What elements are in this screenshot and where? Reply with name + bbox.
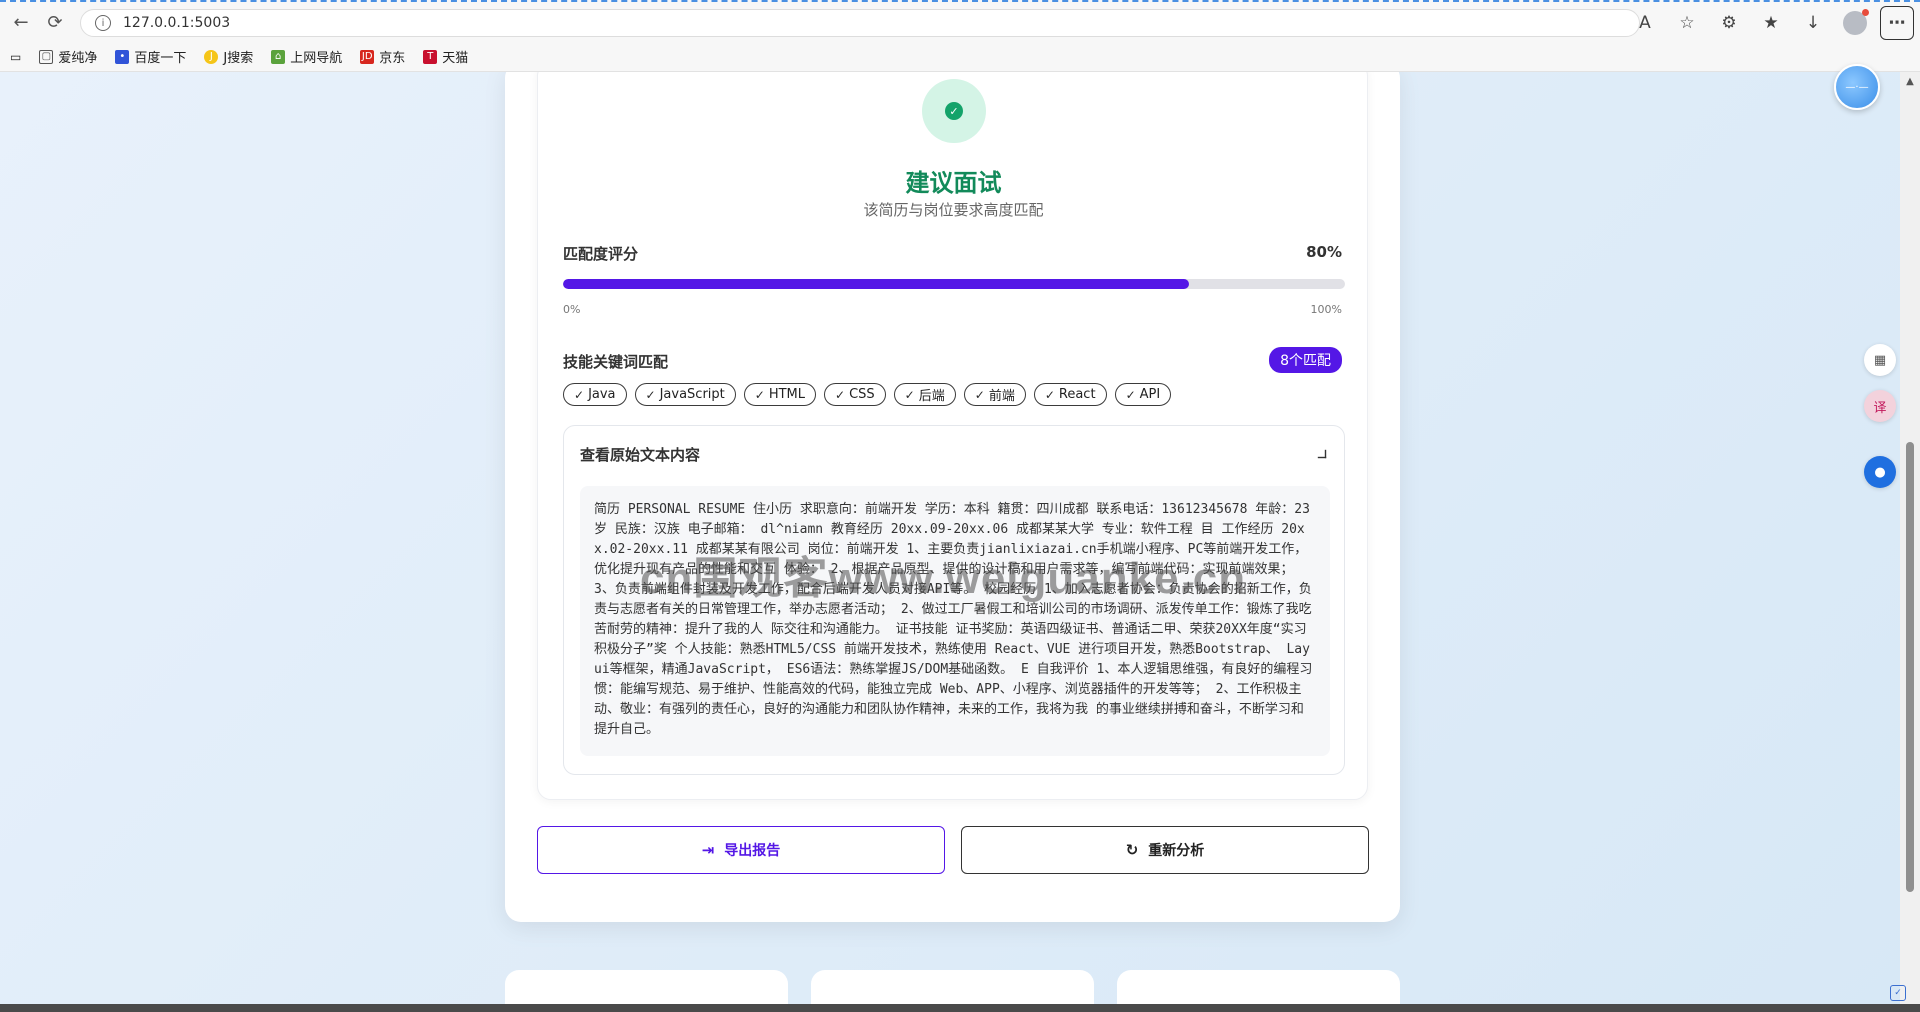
back-icon[interactable]: ← — [6, 7, 36, 37]
bookmark-item[interactable]: • 百度一下 — [115, 47, 186, 66]
bookmark-item[interactable]: ▢ 爱纯净 — [39, 47, 97, 66]
url-text: 127.0.0.1:5003 — [123, 15, 231, 31]
scroll-up-icon[interactable]: ▲ — [1904, 76, 1916, 87]
tmall-logo-icon: T — [423, 49, 438, 64]
raw-text-toggle-label[interactable]: 查看原始文本内容 — [580, 444, 700, 465]
favorite-star-icon[interactable]: ☆ — [1670, 6, 1704, 40]
bookmarks-bar: ▭ ▢ 爱纯净 • 百度一下 J J搜索 ⌂ 上网导航 JD 京东 T 天猫 — [0, 42, 1920, 72]
check-icon: ✓ — [754, 387, 765, 402]
page-scrollbar[interactable]: ▲ — [1900, 72, 1920, 1012]
reanalyze-button[interactable]: ↻ 重新分析 — [961, 826, 1369, 874]
download-icon[interactable]: ↓ — [1796, 6, 1830, 40]
nav-logo-icon: ⌂ — [271, 49, 286, 64]
check-icon: ✓ — [835, 387, 846, 402]
keyword-tags: ✓ Java ✓ JavaScript ✓ HTML ✓ CSS ✓ 后端 ✓ 前端 ✓ Re… — [563, 383, 1172, 406]
success-check-icon: ✓ — [922, 79, 986, 143]
keyword-tag: ✓ API — [1114, 383, 1172, 406]
check-icon: ✓ — [645, 387, 656, 402]
analysis-result-panel: ✓ 建议面试 该简历与岗位要求高度匹配 匹配度评分 80% 0% 100% 技能… — [505, 72, 1400, 922]
progress-max-label: 100% — [1310, 303, 1342, 316]
read-aloud-icon[interactable]: A — [1628, 6, 1662, 40]
baidu-icon: • — [115, 49, 130, 64]
jd-logo-icon: JD — [360, 49, 375, 64]
search-logo-icon: J — [204, 49, 219, 64]
keywords-count-badge: 8个匹配 — [1269, 347, 1342, 373]
qr-code-icon[interactable]: ▦ — [1864, 344, 1896, 376]
collapse-icon[interactable] — [1317, 449, 1327, 459]
check-icon: ✓ — [1125, 387, 1136, 402]
feature-card — [1117, 970, 1400, 1004]
scroll-thumb[interactable] — [1906, 442, 1914, 892]
keywords-label: 技能关键词匹配 — [563, 353, 669, 371]
page-content: ✓ 建议面试 该简历与岗位要求高度匹配 匹配度评分 80% 0% 100% 技能… — [0, 72, 1900, 1004]
keyword-tag: ✓ 前端 — [963, 383, 1026, 406]
check-icon: ✓ — [904, 387, 915, 402]
floating-assistant-icon[interactable]: —·— — [1834, 64, 1880, 110]
bookmark-item[interactable]: J J搜索 — [204, 47, 253, 66]
export-icon: ⇥ — [701, 841, 715, 859]
keyword-tag: ✓ React — [1033, 383, 1107, 406]
keyword-tag: ✓ HTML — [743, 383, 817, 406]
profile-avatar[interactable] — [1838, 6, 1872, 40]
export-report-button[interactable]: ⇥ 导出报告 — [537, 826, 945, 874]
match-score-value: 80% — [1306, 243, 1342, 261]
redo-icon: ↻ — [1125, 841, 1139, 859]
more-menu-icon[interactable]: ⋯ — [1880, 6, 1914, 40]
address-bar[interactable]: i 127.0.0.1:5003 — [80, 9, 1640, 37]
bookmark-item[interactable]: JD 京东 — [360, 47, 405, 66]
folder-icon: ▢ — [39, 49, 54, 64]
result-card: ✓ 建议面试 该简历与岗位要求高度匹配 匹配度评分 80% 0% 100% 技能… — [537, 72, 1368, 800]
taskbar-strip — [0, 1004, 1920, 1012]
verdict-subtitle: 该简历与岗位要求高度匹配 — [863, 201, 1044, 219]
extensions-icon[interactable]: ⚙ — [1712, 6, 1746, 40]
bookmark-item[interactable]: ⌂ 上网导航 — [271, 47, 342, 66]
raw-text-section: 查看原始文本内容 简历 PERSONAL RESUME 住小历 求职意向：前端开… — [563, 425, 1345, 775]
progress-min-label: 0% — [563, 303, 581, 316]
keyword-tag: ✓ Java — [563, 383, 627, 406]
bookmark-item[interactable]: T 天猫 — [423, 47, 468, 66]
check-icon: ✓ — [974, 387, 985, 402]
refresh-icon[interactable]: ⟳ — [40, 7, 70, 37]
match-progress-fill — [563, 279, 1189, 289]
corner-widget-icon[interactable]: ✓ — [1890, 985, 1906, 1001]
tab-list-icon[interactable]: ▭ — [10, 50, 21, 64]
chat-icon[interactable]: ● — [1864, 456, 1896, 488]
raw-text-content: 简历 PERSONAL RESUME 住小历 求职意向：前端开发 学历：本科 籍… — [580, 486, 1330, 756]
feature-card — [811, 970, 1094, 1004]
browser-toolbar: ← ⟳ i 127.0.0.1:5003 A ☆ ⚙ ★ ↓ ⋯ — [0, 0, 1920, 42]
feature-card — [505, 970, 788, 1004]
keyword-tag: ✓ CSS — [824, 383, 886, 406]
check-icon: ✓ — [574, 387, 585, 402]
favorites-icon[interactable]: ★ — [1754, 6, 1788, 40]
match-progress-bar — [563, 279, 1345, 289]
info-icon[interactable]: i — [95, 15, 111, 31]
toolbar-actions: A ☆ ⚙ ★ ↓ ⋯ — [1628, 6, 1920, 40]
match-score-label: 匹配度评分 — [563, 245, 639, 263]
translate-icon[interactable]: 译 — [1864, 390, 1896, 422]
check-icon: ✓ — [1044, 387, 1055, 402]
keyword-tag: ✓ 后端 — [893, 383, 956, 406]
verdict-title: 建议面试 — [905, 169, 1002, 197]
keyword-tag: ✓ JavaScript — [634, 383, 736, 406]
